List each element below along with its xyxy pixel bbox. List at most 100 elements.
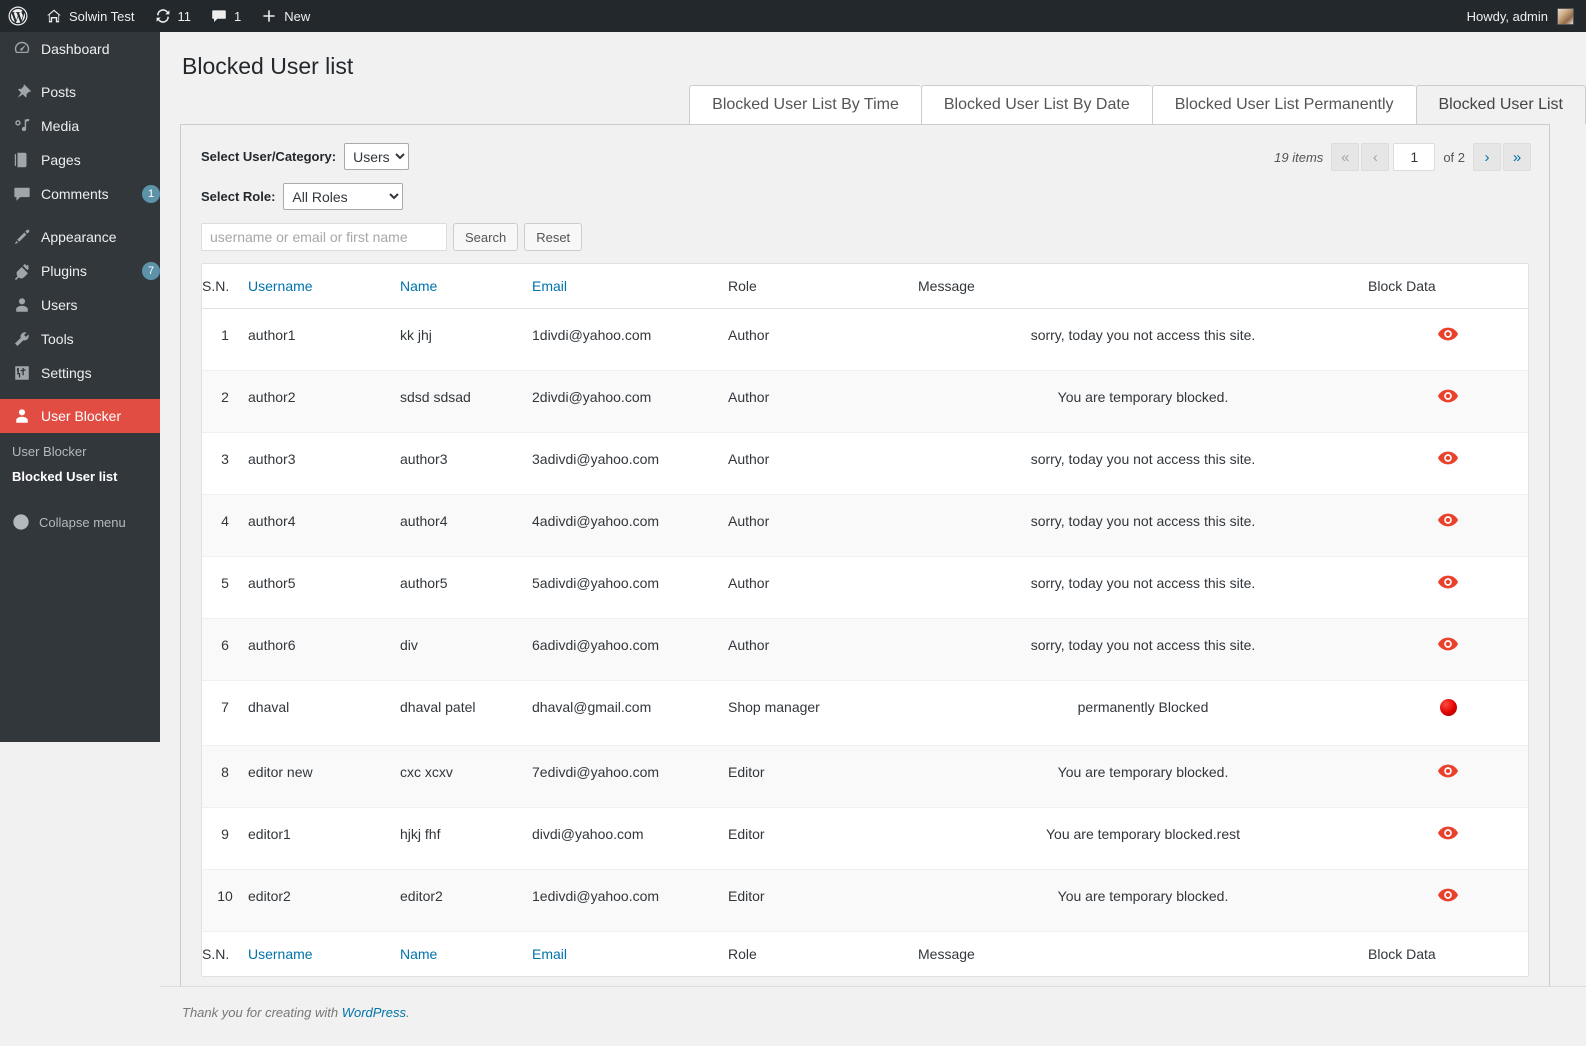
dashboard-icon [12,40,32,58]
cell-message: You are temporary blocked. [918,745,1368,808]
sort-username-link[interactable]: Username [248,278,313,294]
sidebar-item-appearance[interactable]: Appearance [0,220,160,254]
sort-name-link[interactable]: Name [400,278,437,294]
tab-bar: Blocked User List By Time Blocked User L… [160,85,1586,124]
cell-block-data [1368,680,1528,746]
footer-column-email[interactable]: Email [532,931,728,976]
column-header-username[interactable]: Username [248,264,400,309]
footer-column-block-data: Block Data [1368,931,1528,976]
sidebar-divider [0,66,160,75]
cell-email: 4adivdi@yahoo.com [532,494,728,557]
sidebar-item-media[interactable]: Media [0,109,160,143]
filter-controls: Select User/Category: Users Select Role:… [181,125,1549,251]
user-category-select[interactable]: Users [344,143,410,170]
updates-count: 11 [177,8,192,24]
reset-button[interactable]: Reset [524,223,583,251]
footer-column-username[interactable]: Username [248,931,400,976]
sort-email-link-footer[interactable]: Email [532,946,567,962]
comment-bubble-icon [12,185,32,203]
footer-suffix: . [406,1005,410,1020]
eye-icon[interactable] [1438,826,1458,840]
tab-blocked-user-list-by-time[interactable]: Blocked User List By Time [689,85,921,124]
sidebar-item-tools[interactable]: Tools [0,322,160,356]
table-row: 6 author6 div 6adivdi@yahoo.com Author sorry,… [202,618,1528,681]
red-dot-icon[interactable] [1439,699,1457,716]
table-body: 1 author1 kk jhj 1divdi@yahoo.com Author sorr… [202,308,1528,932]
updates-button[interactable]: 11 [145,0,202,32]
footer-column-message: Message [918,931,1368,976]
sidebar-subitem-user-blocker[interactable]: User Blocker [0,439,160,464]
cell-name: editor2 [400,869,532,932]
sort-email-link[interactable]: Email [532,278,567,294]
search-button[interactable]: Search [453,223,519,251]
cell-block-data [1368,745,1528,808]
cell-message: You are temporary blocked.rest [918,807,1368,870]
cell-email: 3adivdi@yahoo.com [532,432,728,495]
cell-block-data [1368,370,1528,433]
column-header-block-data: Block Data [1368,264,1528,309]
column-header-sn: S.N. [202,264,248,309]
role-select[interactable]: All Roles [283,183,404,210]
collapse-menu-button[interactable]: Collapse menu [0,505,160,539]
sidebar-item-users[interactable]: Users [0,288,160,322]
wordpress-link[interactable]: WordPress [342,1005,406,1020]
sort-name-link-footer[interactable]: Name [400,946,437,962]
column-header-role: Role [728,264,918,309]
role-label: Select Role: [201,189,276,204]
sidebar-item-plugins[interactable]: Plugins 7 [0,254,160,288]
cell-block-data [1368,556,1528,619]
table-header-row: S.N. Username Name Email Role Message Bl… [202,264,1528,309]
table-row: 4 author4 author4 4adivdi@yahoo.com Author so… [202,494,1528,557]
sidebar-item-label: Appearance [41,229,117,245]
cell-name: sdsd sdsad [400,370,532,433]
eye-icon[interactable] [1438,451,1458,465]
cell-message: sorry, today you not access this site. [918,494,1368,557]
column-header-email[interactable]: Email [532,264,728,309]
eye-icon[interactable] [1438,327,1458,341]
wordpress-logo-button[interactable] [0,0,36,32]
account-menu[interactable]: Howdy, admin [1467,7,1586,25]
sort-username-link-footer[interactable]: Username [248,946,313,962]
pin-icon [12,83,32,101]
table-row: 3 author3 author3 3adivdi@yahoo.com Author so… [202,432,1528,495]
eye-icon[interactable] [1438,389,1458,403]
user-icon [12,296,32,314]
avatar [1557,7,1574,25]
user-icon [12,407,32,425]
cell-message: sorry, today you not access this site. [918,308,1368,371]
cell-sn: 8 [202,745,248,808]
new-content-button[interactable]: New [251,0,320,32]
cell-sn: 6 [202,618,248,681]
cell-email: 5adivdi@yahoo.com [532,556,728,619]
sidebar-item-posts[interactable]: Posts [0,75,160,109]
comment-bubble-icon [211,8,227,24]
search-input[interactable] [201,223,447,251]
eye-icon[interactable] [1438,513,1458,527]
eye-icon[interactable] [1438,764,1458,778]
user-category-label: Select User/Category: [201,149,337,164]
sidebar-item-pages[interactable]: Pages [0,143,160,177]
footer-column-name[interactable]: Name [400,931,532,976]
cell-message: sorry, today you not access this site. [918,618,1368,681]
table-row: 9 editor1 hjkj fhf divdi@yahoo.com Editor You… [202,807,1528,870]
sidebar-item-settings[interactable]: Settings [0,356,160,390]
site-name-button[interactable]: Solwin Test [36,0,145,32]
sidebar-item-user-blocker[interactable]: User Blocker [0,399,168,433]
main-content: Blocked User list Blocked User List By T… [160,32,1586,1046]
sidebar-item-label: Posts [41,84,77,100]
sidebar-item-dashboard[interactable]: Dashboard [0,32,160,66]
eye-icon[interactable] [1438,888,1458,902]
column-header-name[interactable]: Name [400,264,532,309]
eye-icon[interactable] [1438,637,1458,651]
tab-blocked-user-list-by-date[interactable]: Blocked User List By Date [920,85,1152,124]
sidebar-item-label: Dashboard [41,41,110,57]
comments-button[interactable]: 1 [201,0,251,32]
user-category-row: Select User/Category: Users [201,143,1549,170]
cell-role: Shop manager [728,680,918,746]
sidebar-subitem-blocked-user-list[interactable]: Blocked User list [0,464,160,489]
tab-blocked-user-list[interactable]: Blocked User List [1415,85,1586,124]
sidebar-item-comments[interactable]: Comments 1 [0,177,160,211]
eye-icon[interactable] [1438,575,1458,589]
tab-blocked-user-list-permanently[interactable]: Blocked User List Permanently [1151,85,1416,124]
cell-name: hjkj fhf [400,807,532,870]
